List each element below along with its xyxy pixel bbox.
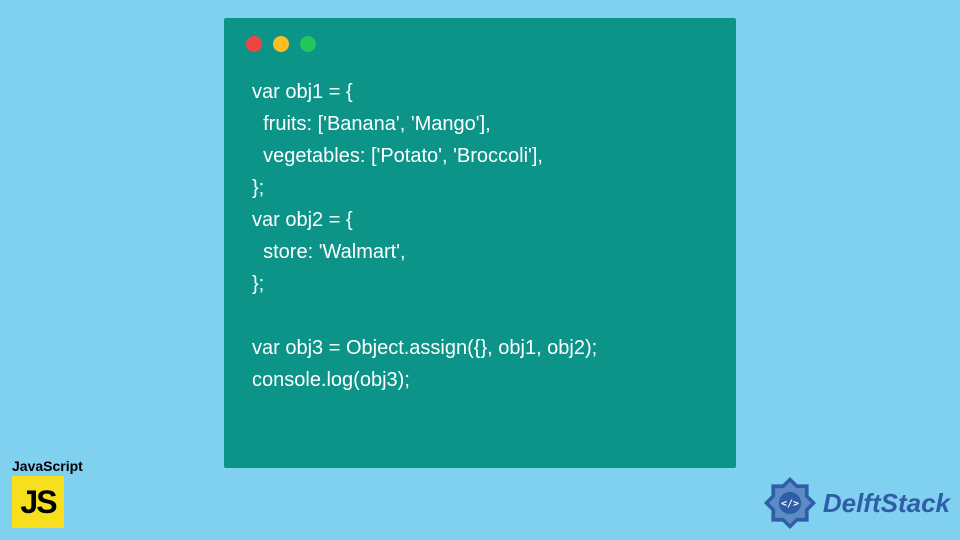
code-line: store: 'Walmart', (252, 241, 406, 263)
code-line: var obj2 = { (252, 209, 353, 231)
delftstack-text: DelftStack (823, 488, 950, 519)
code-window: var obj1 = { fruits: ['Banana', 'Mango']… (224, 18, 736, 468)
delftstack-badge: </> DelftStack (759, 472, 950, 534)
code-line: console.log(obj3); (252, 369, 410, 391)
close-icon (246, 36, 262, 52)
javascript-label: JavaScript (12, 458, 82, 474)
code-line: }; (252, 273, 264, 295)
code-line: var obj3 = Object.assign({}, obj1, obj2)… (252, 337, 597, 359)
code-content: var obj1 = { fruits: ['Banana', 'Mango']… (224, 52, 736, 396)
delftstack-logo-icon: </> (759, 472, 821, 534)
code-line: var obj1 = { (252, 81, 353, 103)
maximize-icon (300, 36, 316, 52)
code-line: fruits: ['Banana', 'Mango'], (252, 113, 491, 135)
window-controls (224, 18, 736, 52)
code-line: }; (252, 177, 264, 199)
javascript-badge: JavaScript JS (12, 458, 82, 528)
svg-text:</>: </> (781, 499, 799, 510)
minimize-icon (273, 36, 289, 52)
javascript-logo-icon: JS (12, 476, 64, 528)
code-line: vegetables: ['Potato', 'Broccoli'], (252, 145, 543, 167)
